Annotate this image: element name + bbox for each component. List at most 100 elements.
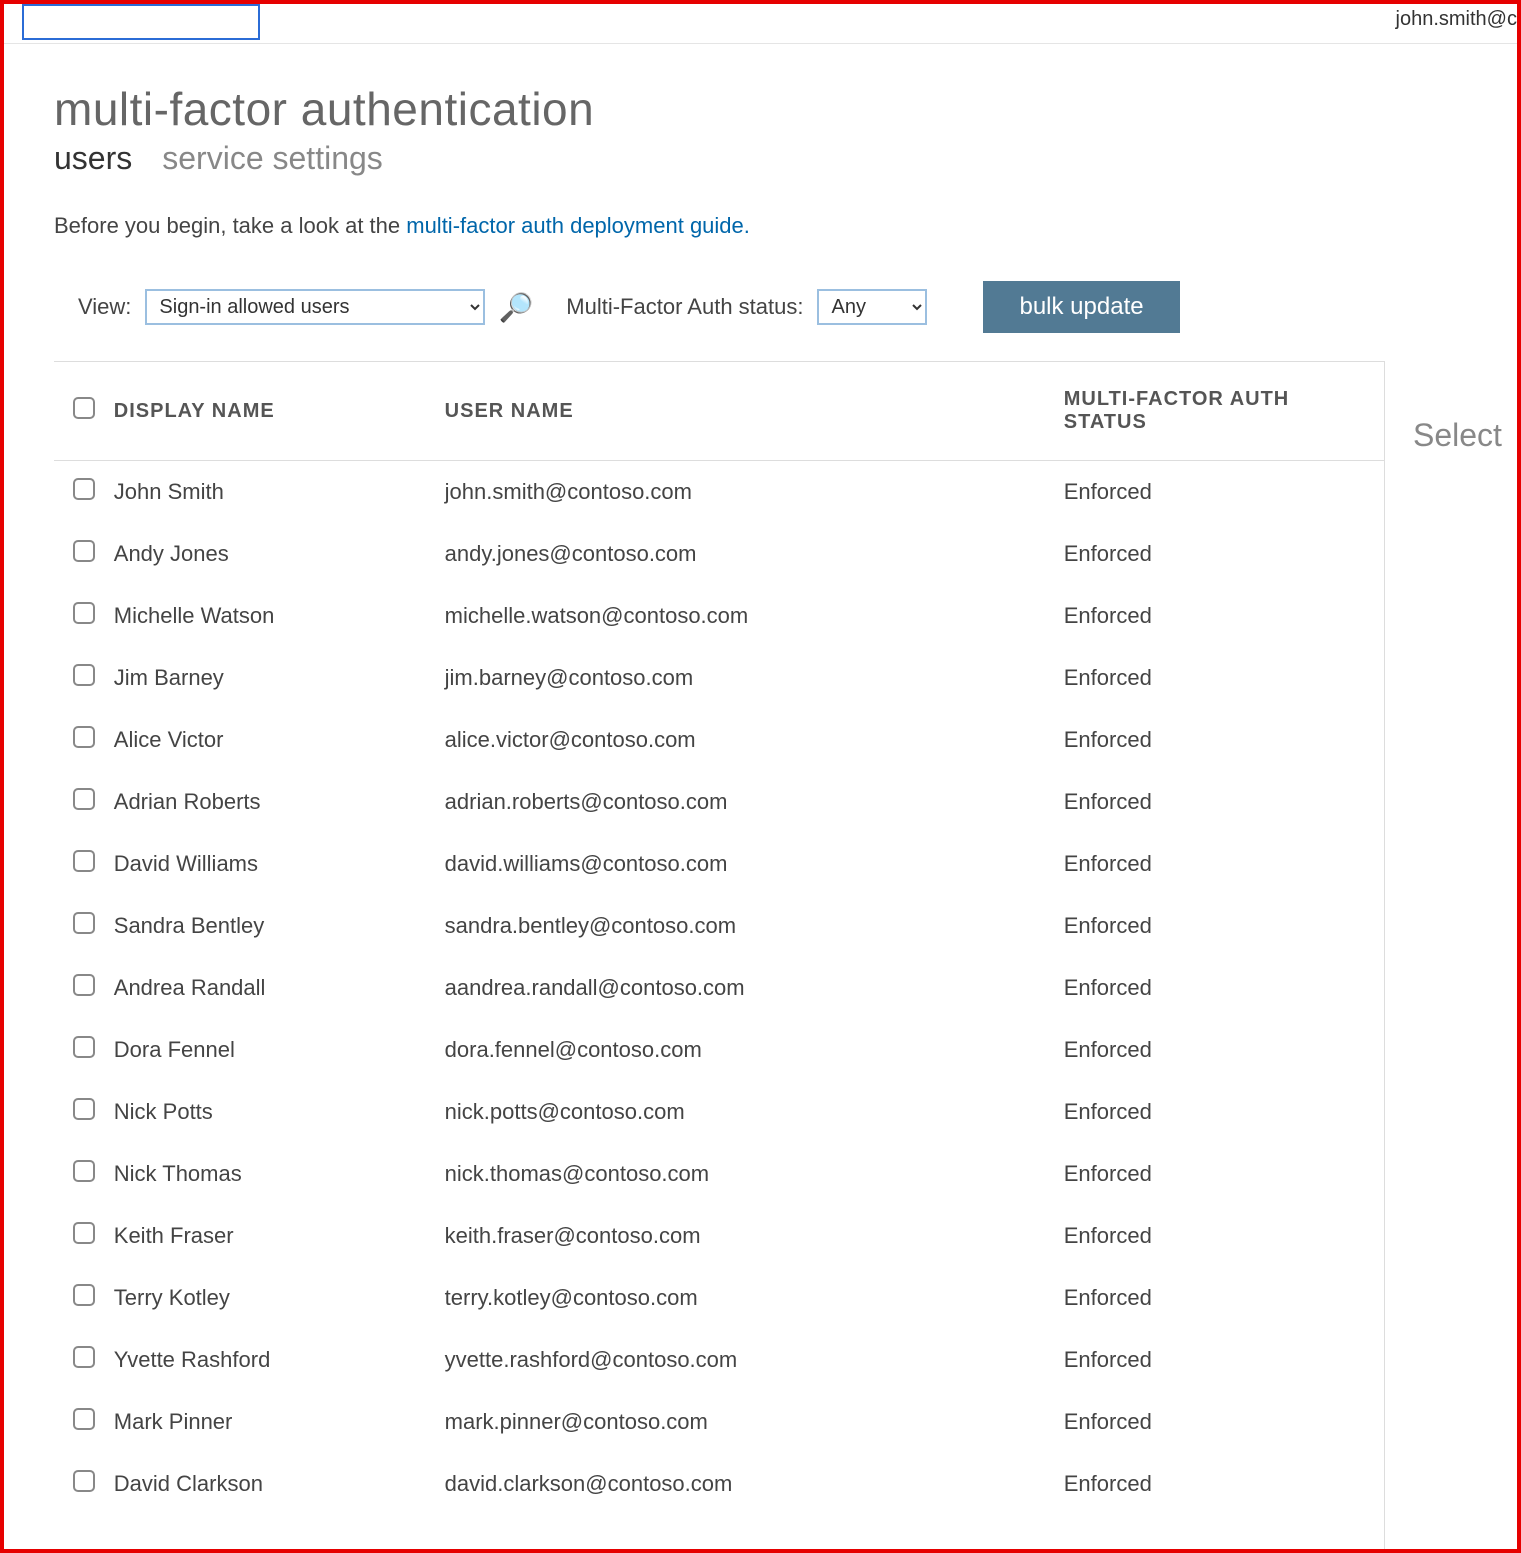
cell-display-name: Nick Potts	[114, 1081, 445, 1143]
tab-users[interactable]: users	[54, 140, 132, 177]
cell-status: Enforced	[1064, 1205, 1384, 1267]
status-label: Multi-Factor Auth status:	[566, 294, 803, 320]
cell-user-name: adrian.roberts@contoso.com	[445, 771, 1064, 833]
side-panel-hint: Select	[1413, 417, 1502, 453]
cell-user-name: mark.pinner@contoso.com	[445, 1391, 1064, 1453]
column-user-name[interactable]: USER NAME	[445, 362, 1064, 461]
cell-status: Enforced	[1064, 1019, 1384, 1081]
row-checkbox[interactable]	[73, 1036, 95, 1058]
cell-display-name: Keith Fraser	[114, 1205, 445, 1267]
cell-display-name: Andy Jones	[114, 523, 445, 585]
row-checkbox[interactable]	[73, 788, 95, 810]
cell-user-name: aandrea.randall@contoso.com	[445, 957, 1064, 1019]
cell-user-name: yvette.rashford@contoso.com	[445, 1329, 1064, 1391]
cell-display-name: Mark Pinner	[114, 1391, 445, 1453]
cell-user-name: david.williams@contoso.com	[445, 833, 1064, 895]
cell-user-name: keith.fraser@contoso.com	[445, 1205, 1064, 1267]
row-checkbox[interactable]	[73, 1160, 95, 1182]
tab-service-settings[interactable]: service settings	[162, 140, 383, 177]
cell-user-name: dora.fennel@contoso.com	[445, 1019, 1064, 1081]
table-row[interactable]: David Clarksondavid.clarkson@contoso.com…	[54, 1453, 1384, 1515]
search-icon[interactable]: 🔍	[499, 291, 534, 324]
row-checkbox[interactable]	[73, 664, 95, 686]
row-checkbox[interactable]	[73, 912, 95, 934]
cell-display-name: Terry Kotley	[114, 1267, 445, 1329]
cell-display-name: Jim Barney	[114, 647, 445, 709]
row-checkbox[interactable]	[73, 1408, 95, 1430]
cell-display-name: Alice Victor	[114, 709, 445, 771]
cell-user-name: alice.victor@contoso.com	[445, 709, 1064, 771]
table-row[interactable]: Alice Victoralice.victor@contoso.comEnfo…	[54, 709, 1384, 771]
cell-status: Enforced	[1064, 833, 1384, 895]
cell-display-name: Dora Fennel	[114, 1019, 445, 1081]
page-title: multi-factor authentication	[54, 82, 1517, 136]
row-checkbox[interactable]	[73, 1346, 95, 1368]
table-row[interactable]: Nick Thomasnick.thomas@contoso.comEnforc…	[54, 1143, 1384, 1205]
intro-prefix: Before you begin, take a look at the	[54, 213, 406, 238]
filters-bar: View: Sign-in allowed users 🔍 Multi-Fact…	[54, 281, 1517, 333]
cell-status: Enforced	[1064, 771, 1384, 833]
table-row[interactable]: Terry Kotleyterry.kotley@contoso.comEnfo…	[54, 1267, 1384, 1329]
bulk-update-button[interactable]: bulk update	[983, 281, 1179, 333]
table-row[interactable]: Keith Fraserkeith.fraser@contoso.comEnfo…	[54, 1205, 1384, 1267]
deployment-guide-link[interactable]: multi-factor auth deployment guide.	[406, 213, 750, 238]
cell-status: Enforced	[1064, 461, 1384, 524]
cell-status: Enforced	[1064, 647, 1384, 709]
select-all-checkbox[interactable]	[73, 397, 95, 419]
row-checkbox[interactable]	[73, 974, 95, 996]
cell-status: Enforced	[1064, 523, 1384, 585]
cell-user-name: john.smith@contoso.com	[445, 461, 1064, 524]
table-row[interactable]: Dora Fenneldora.fennel@contoso.comEnforc…	[54, 1019, 1384, 1081]
cell-status: Enforced	[1064, 1081, 1384, 1143]
cell-user-name: jim.barney@contoso.com	[445, 647, 1064, 709]
column-status[interactable]: MULTI-FACTOR AUTH STATUS	[1064, 362, 1384, 461]
cell-user-name: michelle.watson@contoso.com	[445, 585, 1064, 647]
table-row[interactable]: Andy Jonesandy.jones@contoso.comEnforced	[54, 523, 1384, 585]
table-row[interactable]: Andrea Randallaandrea.randall@contoso.co…	[54, 957, 1384, 1019]
table-row[interactable]: Sandra Bentleysandra.bentley@contoso.com…	[54, 895, 1384, 957]
cell-display-name: David Williams	[114, 833, 445, 895]
cell-display-name: Nick Thomas	[114, 1143, 445, 1205]
users-table: DISPLAY NAME USER NAME MULTI-FACTOR AUTH…	[54, 361, 1384, 1515]
cell-user-name: nick.thomas@contoso.com	[445, 1143, 1064, 1205]
table-row[interactable]: David Williamsdavid.williams@contoso.com…	[54, 833, 1384, 895]
row-checkbox[interactable]	[73, 602, 95, 624]
cell-user-name: sandra.bentley@contoso.com	[445, 895, 1064, 957]
table-row[interactable]: John Smithjohn.smith@contoso.comEnforced	[54, 461, 1384, 524]
side-panel: Select	[1384, 361, 1502, 1553]
table-row[interactable]: Nick Pottsnick.potts@contoso.comEnforced	[54, 1081, 1384, 1143]
cell-status: Enforced	[1064, 1267, 1384, 1329]
row-checkbox[interactable]	[73, 1284, 95, 1306]
top-search-box[interactable]	[22, 4, 260, 40]
cell-display-name: Sandra Bentley	[114, 895, 445, 957]
row-checkbox[interactable]	[73, 726, 95, 748]
cell-display-name: John Smith	[114, 461, 445, 524]
table-row[interactable]: Jim Barneyjim.barney@contoso.comEnforced	[54, 647, 1384, 709]
cell-display-name: Andrea Randall	[114, 957, 445, 1019]
table-row[interactable]: Adrian Robertsadrian.roberts@contoso.com…	[54, 771, 1384, 833]
cell-status: Enforced	[1064, 709, 1384, 771]
row-checkbox[interactable]	[73, 1470, 95, 1492]
cell-status: Enforced	[1064, 585, 1384, 647]
view-label: View:	[78, 294, 131, 320]
cell-user-name: andy.jones@contoso.com	[445, 523, 1064, 585]
table-row[interactable]: Mark Pinnermark.pinner@contoso.comEnforc…	[54, 1391, 1384, 1453]
cell-status: Enforced	[1064, 1453, 1384, 1515]
row-checkbox[interactable]	[73, 478, 95, 500]
column-display-name[interactable]: DISPLAY NAME	[114, 362, 445, 461]
status-select[interactable]: Any	[817, 289, 927, 325]
row-checkbox[interactable]	[73, 1222, 95, 1244]
table-row[interactable]: Michelle Watsonmichelle.watson@contoso.c…	[54, 585, 1384, 647]
table-row[interactable]: Yvette Rashfordyvette.rashford@contoso.c…	[54, 1329, 1384, 1391]
row-checkbox[interactable]	[73, 1098, 95, 1120]
cell-status: Enforced	[1064, 1143, 1384, 1205]
cell-status: Enforced	[1064, 1329, 1384, 1391]
cell-display-name: David Clarkson	[114, 1453, 445, 1515]
cell-status: Enforced	[1064, 895, 1384, 957]
row-checkbox[interactable]	[73, 850, 95, 872]
cell-display-name: Michelle Watson	[114, 585, 445, 647]
view-select[interactable]: Sign-in allowed users	[145, 289, 485, 325]
row-checkbox[interactable]	[73, 540, 95, 562]
tabs: users service settings	[54, 140, 1517, 177]
cell-user-name: terry.kotley@contoso.com	[445, 1267, 1064, 1329]
